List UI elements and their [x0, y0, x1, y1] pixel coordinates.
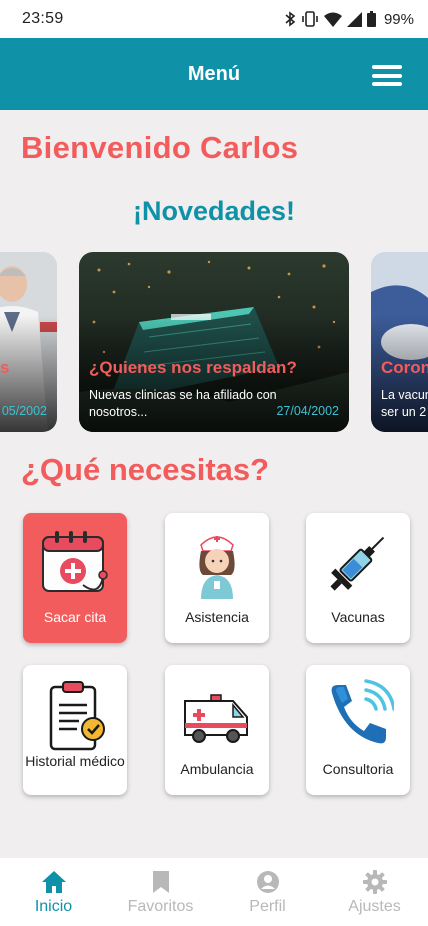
phone-icon — [331, 679, 394, 744]
clipboard-icon — [49, 681, 105, 751]
hamburger-menu-icon[interactable] — [372, 65, 402, 86]
appointment-label: Sacar cita — [43, 609, 107, 625]
calendar-appointment-icon — [42, 531, 108, 592]
bookmark-icon — [152, 871, 169, 893]
assistance-button[interactable]: Asistencia — [165, 513, 269, 643]
news-card-description: La vacun ser un 2 — [381, 388, 428, 419]
news-card-title: Coron — [381, 358, 428, 377]
syringe-icon — [330, 536, 385, 591]
assistance-label: Asistencia — [185, 609, 249, 625]
bottom-navigation: Inicio Favoritos Perfil Ajustes — [0, 858, 428, 926]
profile-icon — [256, 871, 279, 893]
vaccines-label: Vacunas — [331, 609, 385, 625]
news-card-date: 05/2002 — [1, 404, 47, 418]
nav-item-favoritos[interactable]: Favoritos — [107, 858, 214, 926]
news-card-description: Nuevas clinicas se ha afiliado con nosot… — [89, 388, 277, 419]
nurse-icon — [199, 536, 235, 599]
medical-history-label: Historial médico — [25, 753, 125, 769]
consulting-label: Consultoria — [322, 761, 394, 777]
nav-item-inicio[interactable]: Inicio — [0, 858, 107, 926]
status-icons: 99% — [284, 11, 414, 28]
news-card[interactable]: s 05/2002 — [0, 252, 57, 432]
news-carousel[interactable]: s 05/2002 ¿Quienes nos respaldan? Nuevas… — [0, 252, 428, 432]
vaccines-button[interactable]: Vacunas — [306, 513, 410, 643]
medical-history-button[interactable]: Historial médico — [23, 665, 127, 795]
nav-item-perfil[interactable]: Perfil — [214, 858, 321, 926]
wifi-icon — [323, 12, 342, 27]
news-heading: ¡Novedades! — [132, 196, 296, 226]
nav-item-ajustes[interactable]: Ajustes — [321, 858, 428, 926]
home-icon — [41, 871, 66, 893]
status-bar: 23:59 99% — [0, 0, 428, 38]
news-card[interactable]: Coron La vacun ser un 2 — [371, 252, 428, 432]
battery-icon — [366, 11, 376, 27]
app-bar: Menú — [0, 38, 428, 110]
nav-label: Perfil — [249, 898, 286, 915]
needs-heading: ¿Qué necesitas? — [21, 452, 270, 487]
welcome-heading: Bienvenido Carlos — [21, 130, 299, 165]
consulting-button[interactable]: Consultoria — [306, 665, 410, 795]
appointment-button[interactable]: Sacar cita — [23, 513, 127, 643]
ambulance-label: Ambulancia — [180, 761, 254, 777]
page-title: Menú — [187, 62, 241, 85]
ambulance-button[interactable]: Ambulancia — [165, 665, 269, 795]
gear-icon — [362, 870, 387, 894]
nav-label: Favoritos — [127, 898, 194, 915]
battery-percentage: 99% — [383, 10, 414, 28]
nav-label: Ajustes — [348, 898, 401, 915]
news-card-title: ¿Quienes nos respaldan? — [89, 358, 297, 377]
news-card-title: s — [0, 358, 10, 377]
status-time: 23:59 — [22, 10, 64, 27]
vibrate-icon — [302, 11, 318, 27]
bluetooth-icon — [285, 11, 296, 27]
news-card[interactable]: ¿Quienes nos respaldan? Nuevas clinicas … — [79, 252, 349, 432]
ambulance-icon — [184, 694, 248, 743]
news-card-date: 27/04/2002 — [276, 404, 339, 418]
nav-label: Inicio — [34, 898, 73, 915]
signal-icon — [346, 11, 362, 27]
